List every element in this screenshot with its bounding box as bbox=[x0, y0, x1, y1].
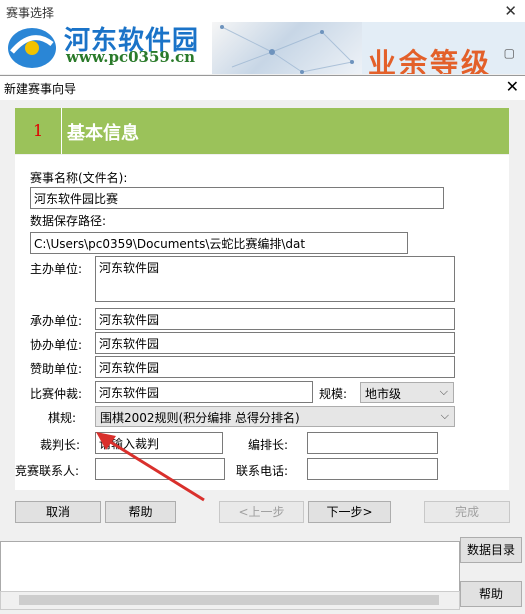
sponsor-label: 赞助单位: bbox=[30, 362, 83, 376]
organizer-input[interactable]: 河东软件园 bbox=[95, 308, 455, 330]
help-button[interactable]: 帮助 bbox=[105, 501, 176, 523]
parent-help-button[interactable]: 帮助 bbox=[460, 581, 522, 607]
chevron-down-icon: ⌵ bbox=[439, 385, 448, 398]
watermark-url: www.pc0359.cn bbox=[66, 48, 196, 66]
restore-icon[interactable]: ▢ bbox=[504, 46, 515, 60]
banner-graphic bbox=[212, 22, 362, 74]
scrollbar-thumb[interactable] bbox=[19, 595, 439, 605]
data-directory-button[interactable]: 数据目录 bbox=[460, 537, 522, 563]
watermark-logo: 河东软件园 www.pc0359.cn bbox=[0, 22, 212, 74]
prev-step-button[interactable]: <上一步 bbox=[219, 501, 304, 523]
chief-arranger-input[interactable] bbox=[307, 432, 438, 454]
banner-title: 业余等级 bbox=[368, 47, 493, 74]
sponsor-input[interactable]: 河东软件园 bbox=[95, 356, 455, 378]
parent-close-icon[interactable]: ✕ bbox=[504, 2, 517, 20]
chief-referee-label: 裁判长: bbox=[40, 438, 81, 452]
co-organizer-label: 协办单位: bbox=[30, 338, 83, 352]
arbitration-input[interactable]: 河东软件园 bbox=[95, 381, 313, 403]
chief-referee-input[interactable]: 请输入裁判 bbox=[95, 432, 223, 454]
save-path-label: 数据保存路径: bbox=[30, 214, 107, 228]
contact-label: 竞赛联系人: bbox=[15, 464, 80, 478]
dialog-close-icon[interactable]: ✕ bbox=[506, 77, 519, 96]
event-name-input[interactable]: 河东软件园比赛 bbox=[30, 187, 444, 209]
new-event-wizard-dialog: 新建赛事向导 ✕ 1 基本信息 赛事名称(文件名): 河东软件园比赛 数据保存路… bbox=[0, 75, 525, 541]
parent-bottom-area: 数据目录 帮助 bbox=[0, 537, 525, 614]
dialog-title: 新建赛事向导 bbox=[4, 82, 77, 96]
host-input[interactable]: 河东软件园 bbox=[95, 256, 455, 302]
step-number-box: 1 bbox=[15, 108, 62, 154]
rules-label: 棋规: bbox=[48, 411, 77, 425]
step-title: 基本信息 bbox=[67, 123, 139, 144]
chevron-down-icon: ⌵ bbox=[440, 409, 449, 422]
next-step-button[interactable]: 下一步> bbox=[308, 501, 391, 523]
dialog-titlebar: 新建赛事向导 ✕ bbox=[0, 76, 525, 100]
event-name-label: 赛事名称(文件名): bbox=[30, 171, 128, 185]
banner-right: 业余等级 bbox=[362, 22, 525, 74]
watermark-logo-icon bbox=[8, 28, 56, 68]
co-organizer-input[interactable]: 河东软件园 bbox=[95, 332, 455, 354]
host-label: 主办单位: bbox=[30, 262, 83, 276]
phone-input[interactable] bbox=[307, 458, 438, 480]
scale-value: 地市级 bbox=[365, 387, 402, 401]
event-grid[interactable] bbox=[0, 541, 460, 593]
save-path-input[interactable]: C:\Users\pc0359\Documents\云蛇比赛编排\dat bbox=[30, 232, 408, 254]
rules-select[interactable]: 围棋2002规则(积分编排 总得分排名) ⌵ bbox=[95, 406, 455, 427]
parent-window-title: 赛事选择 bbox=[6, 6, 55, 20]
basic-info-panel: 赛事名称(文件名): 河东软件园比赛 数据保存路径: C:\Users\pc03… bbox=[15, 155, 509, 490]
scale-select[interactable]: 地市级 ⌵ bbox=[360, 382, 454, 403]
parent-banner: 河东软件园 www.pc0359.cn 业余等级 ▢ bbox=[0, 22, 525, 74]
organizer-label: 承办单位: bbox=[30, 314, 83, 328]
phone-label: 联系电话: bbox=[236, 464, 289, 478]
rules-value: 围棋2002规则(积分编排 总得分排名) bbox=[100, 411, 300, 425]
parent-window-titlebar: 赛事选择 ✕ bbox=[0, 0, 525, 23]
chief-arranger-label: 编排长: bbox=[248, 438, 289, 452]
cancel-button[interactable]: 取消 bbox=[15, 501, 101, 523]
step-number: 1 bbox=[33, 121, 44, 140]
finish-button[interactable]: 完成 bbox=[424, 501, 510, 523]
arbitration-label: 比赛仲裁: bbox=[30, 387, 83, 401]
scale-label: 规模: bbox=[319, 387, 348, 401]
step-header: 1 基本信息 bbox=[15, 108, 509, 154]
horizontal-scrollbar[interactable] bbox=[0, 591, 460, 610]
contact-input[interactable] bbox=[95, 458, 225, 480]
